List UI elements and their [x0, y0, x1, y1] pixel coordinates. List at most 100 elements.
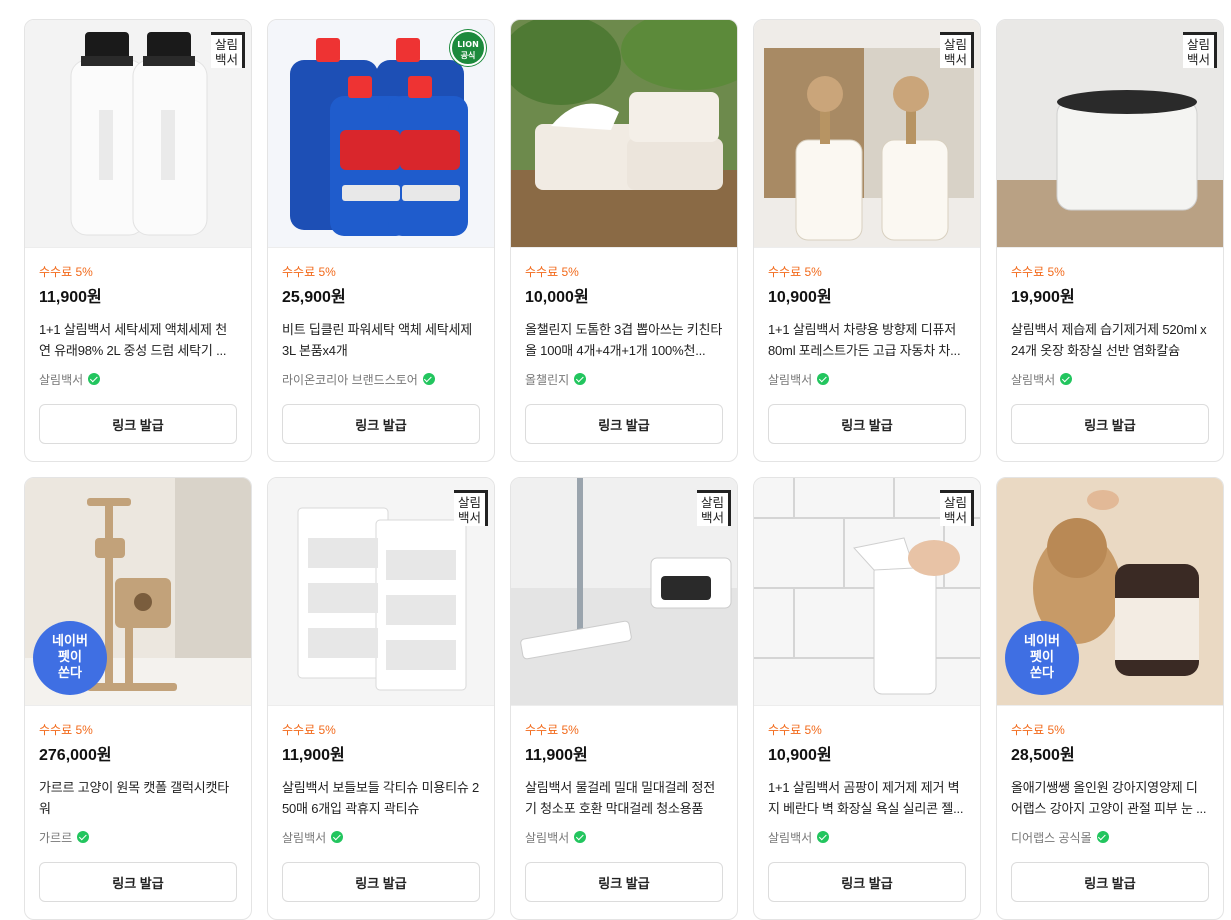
seller-row: 살림백서: [282, 829, 480, 845]
product-price: 28,500원: [1011, 747, 1075, 764]
product-card[interactable]: 살림 백서 수수료 5% 10,900원 1+1 살림백서 차량용 방향제 디퓨…: [753, 19, 981, 462]
product-title[interactable]: 살림백서 제습제 습기제거제 520ml x 24개 옷장 화장실 선반 염화칼…: [1011, 319, 1209, 361]
product-grid: 살림 백서 수수료 5% 11,900원 1+1 살림백서 세탁세제 액체세제 …: [24, 19, 1224, 920]
product-info: 수수료 5% 11,900원 살림백서 물걸레 밀대 밀대걸레 정전기 청소포 …: [511, 706, 737, 845]
brand-logo-badge: 살림 백서: [1183, 32, 1217, 68]
seller-name: 살림백서: [282, 830, 327, 845]
issue-link-button[interactable]: 링크 발급: [282, 862, 480, 902]
seller-row: 살림백서: [768, 829, 966, 845]
product-image[interactable]: LION 공식: [268, 20, 494, 248]
seller-row: 살림백서: [39, 371, 237, 387]
naver-pet-promo-badge: 네이버 펫이 쏜다: [33, 621, 107, 695]
seller-name: 살림백서: [768, 830, 813, 845]
product-image[interactable]: 네이버 펫이 쏜다: [997, 478, 1223, 706]
seller-name: 살림백서: [525, 830, 570, 845]
product-info: 수수료 5% 25,900원 비트 딥클린 파워세탁 액체 세탁세제 3L 본품…: [268, 248, 494, 387]
product-card[interactable]: 살림 백서 수수료 5% 11,900원 살림백서 물걸레 밀대 밀대걸레 정전…: [510, 477, 738, 920]
brand-badge-line: 살림: [457, 495, 481, 510]
product-image[interactable]: 살림 백서: [997, 20, 1223, 248]
commission-rate: 수수료 5%: [1011, 265, 1065, 279]
product-image-illustration: [511, 20, 737, 247]
seller-row: 살림백서: [525, 829, 723, 845]
seller-row: 디어랩스 공식몰: [1011, 829, 1209, 845]
product-card[interactable]: 네이버 펫이 쏜다 수수료 5% 276,000원 가르르 고양이 원목 캣폴 …: [24, 477, 252, 920]
lion-official-badge: LION 공식: [450, 30, 486, 66]
brand-logo-badge: 살림 백서: [697, 490, 731, 526]
product-card[interactable]: 살림 백서 수수료 5% 11,900원 살림백서 보들보들 각티슈 미용티슈 …: [267, 477, 495, 920]
product-card[interactable]: 살림 백서 수수료 5% 10,900원 1+1 살림백서 곰팡이 제거제 제거…: [753, 477, 981, 920]
seller-row: 라이온코리아 브랜드스토어: [282, 371, 480, 387]
product-info: 수수료 5% 10,000원 올챌린지 도톰한 3겹 뽑아쓰는 키친타올 100…: [511, 248, 737, 387]
verified-check-icon: [422, 373, 435, 385]
product-title[interactable]: 올챌린지 도톰한 3겹 뽑아쓰는 키친타올 100매 4개+4개+1개 100%…: [525, 319, 723, 361]
product-info: 수수료 5% 11,900원 살림백서 보들보들 각티슈 미용티슈 250매 6…: [268, 706, 494, 845]
issue-link-button[interactable]: 링크 발급: [525, 862, 723, 902]
issue-link-button[interactable]: 링크 발급: [39, 862, 237, 902]
product-title[interactable]: 살림백서 물걸레 밀대 밀대걸레 정전기 청소포 호환 막대걸레 청소용품: [525, 777, 723, 819]
product-card[interactable]: 살림 백서 수수료 5% 11,900원 1+1 살림백서 세탁세제 액체세제 …: [24, 19, 252, 462]
product-title[interactable]: 살림백서 보들보들 각티슈 미용티슈 250매 6개입 곽휴지 곽티슈: [282, 777, 480, 819]
seller-name: 가르르: [39, 830, 73, 845]
issue-link-button[interactable]: 링크 발급: [1011, 862, 1209, 902]
product-image[interactable]: 살림 백서: [511, 478, 737, 706]
product-price: 25,900원: [282, 289, 346, 306]
naver-badge-line: 쏜다: [1030, 666, 1054, 681]
commission-rate: 수수료 5%: [39, 265, 93, 279]
brand-logo-badge: 살림 백서: [454, 490, 488, 526]
seller-row: 살림백서: [1011, 371, 1209, 387]
naver-badge-line: 네이버: [1024, 634, 1060, 649]
brand-badge-line: 백서: [943, 52, 967, 67]
issue-link-button[interactable]: 링크 발급: [282, 404, 480, 444]
product-card[interactable]: 살림 백서 수수료 5% 19,900원 살림백서 제습제 습기제거제 520m…: [996, 19, 1224, 462]
issue-link-button[interactable]: 링크 발급: [39, 404, 237, 444]
product-price: 11,900원: [282, 747, 345, 764]
product-image[interactable]: 살림 백서: [754, 20, 980, 248]
verified-check-icon: [574, 373, 587, 385]
product-card[interactable]: 수수료 5% 10,000원 올챌린지 도톰한 3겹 뽑아쓰는 키친타올 100…: [510, 19, 738, 462]
product-image[interactable]: 살림 백서: [25, 20, 251, 248]
lion-badge-line: LION: [457, 40, 479, 49]
seller-name: 살림백서: [1011, 372, 1056, 387]
brand-badge-line: 백서: [1186, 52, 1210, 67]
product-title[interactable]: 1+1 살림백서 곰팡이 제거제 제거 벽지 베란다 벽 화장실 욕실 실리콘 …: [768, 777, 966, 819]
brand-badge-line: 살림: [943, 495, 967, 510]
product-card[interactable]: 네이버 펫이 쏜다 수수료 5% 28,500원 올애기쌩쌩 올인원 강아지영양…: [996, 477, 1224, 920]
product-info: 수수료 5% 28,500원 올애기쌩쌩 올인원 강아지영양제 디어랩스 강아지…: [997, 706, 1223, 845]
product-image[interactable]: 살림 백서: [754, 478, 980, 706]
seller-name: 디어랩스 공식몰: [1011, 830, 1092, 845]
seller-name: 살림백서: [39, 372, 84, 387]
naver-badge-line: 펫이: [58, 650, 82, 665]
product-price: 10,000원: [525, 289, 589, 306]
brand-logo-badge: 살림 백서: [940, 32, 974, 68]
brand-badge-line: 살림: [943, 37, 967, 52]
brand-badge-line: 살림: [700, 495, 724, 510]
naver-badge-line: 네이버: [52, 634, 88, 649]
issue-link-button[interactable]: 링크 발급: [525, 404, 723, 444]
product-title[interactable]: 비트 딥클린 파워세탁 액체 세탁세제 3L 본품x4개: [282, 319, 480, 361]
product-info: 수수료 5% 11,900원 1+1 살림백서 세탁세제 액체세제 천연 유래9…: [25, 248, 251, 387]
verified-check-icon: [1060, 373, 1073, 385]
verified-check-icon: [1096, 831, 1109, 843]
issue-link-button[interactable]: 링크 발급: [768, 862, 966, 902]
product-title[interactable]: 1+1 살림백서 차량용 방향제 디퓨저 80ml 포레스트가든 고급 자동차 …: [768, 319, 966, 361]
brand-badge-line: 백서: [214, 52, 238, 67]
product-title[interactable]: 1+1 살림백서 세탁세제 액체세제 천연 유래98% 2L 중성 드럼 세탁기…: [39, 319, 237, 361]
product-image[interactable]: [511, 20, 737, 248]
product-image[interactable]: 네이버 펫이 쏜다: [25, 478, 251, 706]
seller-name: 올챌린지: [525, 372, 570, 387]
verified-check-icon: [77, 831, 90, 843]
issue-link-button[interactable]: 링크 발급: [768, 404, 966, 444]
verified-check-icon: [88, 373, 101, 385]
seller-row: 살림백서: [768, 371, 966, 387]
product-info: 수수료 5% 10,900원 1+1 살림백서 차량용 방향제 디퓨저 80ml…: [754, 248, 980, 387]
product-title[interactable]: 올애기쌩쌩 올인원 강아지영양제 디어랩스 강아지 고양이 관절 피부 눈 ..…: [1011, 777, 1209, 819]
seller-name: 살림백서: [768, 372, 813, 387]
commission-rate: 수수료 5%: [282, 265, 336, 279]
naver-badge-line: 쏜다: [58, 666, 82, 681]
issue-link-button[interactable]: 링크 발급: [1011, 404, 1209, 444]
product-image[interactable]: 살림 백서: [268, 478, 494, 706]
brand-badge-line: 살림: [214, 37, 238, 52]
naver-pet-promo-badge: 네이버 펫이 쏜다: [1005, 621, 1079, 695]
product-card[interactable]: LION 공식 수수료 5% 25,900원 비트 딥클린 파워세탁 액체 세탁…: [267, 19, 495, 462]
product-title[interactable]: 가르르 고양이 원목 캣폴 갤럭시캣타워: [39, 777, 237, 819]
